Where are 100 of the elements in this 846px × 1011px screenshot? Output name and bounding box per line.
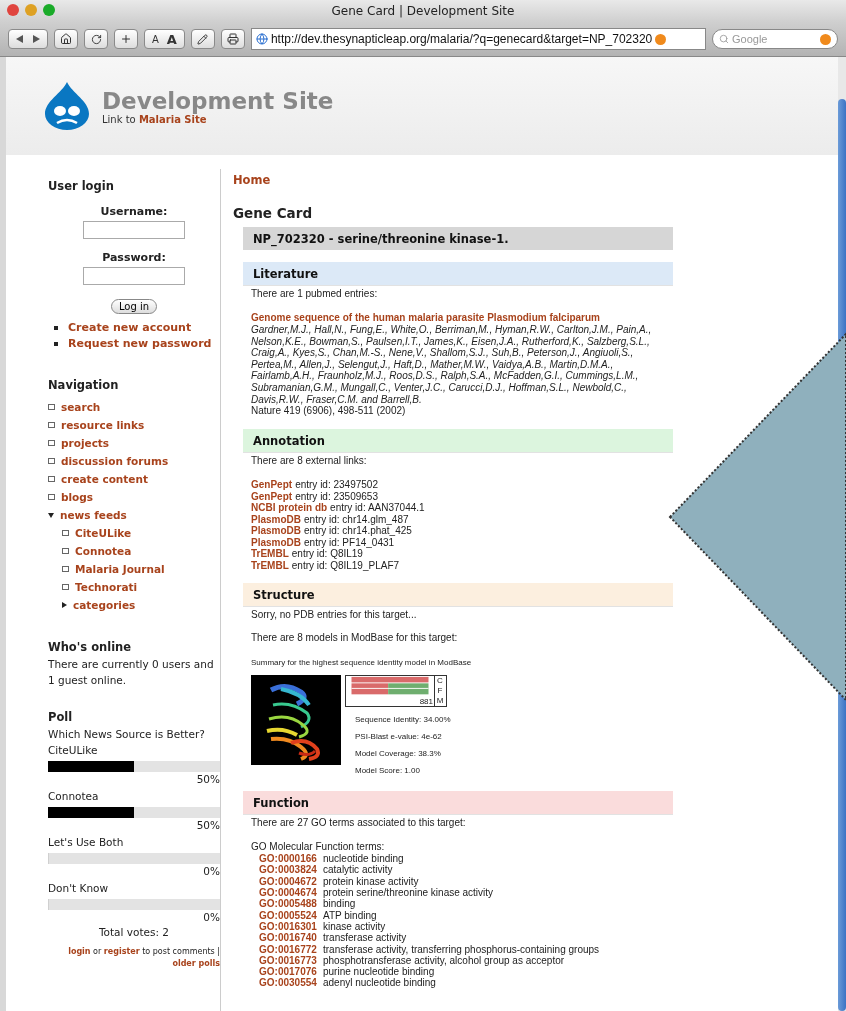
alignment-label: F: [436, 686, 444, 697]
go-term-link[interactable]: GO:0004674: [259, 887, 323, 899]
nav-link[interactable]: Technorati: [62, 578, 220, 596]
poll-choice: Connotea: [48, 789, 100, 804]
password-field[interactable]: [83, 267, 185, 285]
poll-percent: 0%: [202, 864, 220, 878]
account-link[interactable]: Create new account: [54, 321, 220, 334]
nav-link[interactable]: Connotea: [62, 542, 220, 560]
section-header: Annotation: [243, 429, 673, 454]
home-icon: [60, 33, 72, 45]
go-term-link[interactable]: GO:0030554: [259, 977, 323, 989]
section-header: Literature: [243, 262, 673, 286]
nav-link[interactable]: discussion forums: [48, 452, 220, 470]
back-forward-button[interactable]: [8, 29, 48, 49]
nav-link[interactable]: news feeds: [48, 506, 220, 524]
go-term-link[interactable]: GO:0017076: [259, 966, 323, 978]
drop-logo-icon: [44, 81, 90, 131]
database-link[interactable]: TrEMBL: [251, 548, 289, 560]
edit-button[interactable]: [190, 29, 215, 49]
globe-icon: [255, 33, 268, 45]
article-link[interactable]: Genome sequence of the human malaria parasite Plasmodium falciparum: [251, 312, 673, 324]
intro-text: There are 1 pubmed entries:: [251, 288, 379, 300]
go-term-link[interactable]: GO:0016772: [259, 943, 323, 955]
bullet-icon: [48, 440, 55, 446]
bullet-icon: [48, 458, 55, 464]
home-button[interactable]: [54, 29, 78, 49]
bullet-icon: [48, 422, 55, 428]
poll-link[interactable]: login: [68, 947, 91, 956]
go-term-name: protein serine/threonine kinase activity: [323, 887, 494, 899]
go-term-name: transferase activity, transferring phosphorus-containing groups: [323, 943, 600, 955]
section-header: Function: [243, 791, 673, 816]
summary-text: Summary for the highest sequence identity model in ModBase: [251, 658, 473, 668]
database-link[interactable]: TrEMBL: [251, 559, 289, 571]
modbase-text: There are 8 models in ModBase for this target:: [251, 632, 459, 645]
go-term-link[interactable]: GO:0005524: [259, 909, 323, 921]
text-size-button[interactable]: A A: [144, 29, 185, 49]
poll-percent: 50%: [195, 818, 220, 832]
database-link[interactable]: PlasmoDB: [251, 525, 301, 537]
entry-id-text: entry id: PF14_0431: [304, 536, 395, 548]
search-icon: [719, 34, 729, 44]
bullet-icon: [48, 494, 55, 500]
poll-link[interactable]: register: [103, 947, 140, 956]
bullet-icon: [48, 404, 55, 410]
nav-link[interactable]: categories: [62, 596, 220, 614]
database-link[interactable]: NCBI protein db: [251, 502, 328, 514]
entry-id-text: entry id: 23497502: [295, 479, 378, 491]
nav-link[interactable]: resource links: [48, 416, 220, 434]
intro-text: There are 8 external links:: [251, 455, 368, 468]
database-link[interactable]: PlasmoDB: [251, 513, 301, 525]
nav-link[interactable]: blogs: [48, 488, 220, 506]
go-term-link[interactable]: GO:0003824: [259, 864, 323, 876]
go-term-link[interactable]: GO:0016301: [259, 920, 323, 933]
go-term-link[interactable]: GO:0000166: [259, 853, 323, 865]
print-button[interactable]: [220, 29, 245, 49]
block-title: Navigation: [48, 378, 120, 392]
go-term-link[interactable]: GO:0016740: [259, 932, 323, 944]
model-stat: Model Score: 1.00: [355, 765, 421, 778]
footer-text: or: [93, 947, 102, 956]
citation-text: Nature 419 (6906), 498-511 (2002): [251, 405, 407, 418]
pencil-icon: [197, 33, 209, 45]
add-bookmark-button[interactable]: [114, 29, 138, 49]
account-link[interactable]: Request new password: [54, 337, 220, 350]
nav-link[interactable]: projects: [48, 434, 220, 452]
alignment-length: 881: [419, 697, 433, 707]
nav-link[interactable]: search: [48, 398, 220, 416]
window-title: Gene Card | Development Site: [331, 4, 515, 18]
database-link[interactable]: PlasmoDB: [251, 536, 301, 548]
field-label: Password:: [101, 251, 167, 264]
nav-link[interactable]: create content: [48, 470, 220, 488]
database-link[interactable]: GenPept: [251, 479, 293, 491]
total-votes: Total votes: 2: [97, 926, 171, 938]
breadcrumb-link[interactable]: Home: [233, 173, 673, 187]
intro-text: Sorry, no PDB entries for this target...: [251, 609, 418, 622]
model-stat: Sequence Identity: 34.00%: [355, 714, 451, 727]
close-window-button[interactable]: [7, 4, 19, 16]
poll-link[interactable]: older polls: [172, 959, 220, 968]
nav-link[interactable]: CiteULike: [62, 524, 220, 542]
nav-link[interactable]: Malaria Journal: [62, 560, 220, 578]
reload-icon: [90, 33, 102, 45]
go-term-link[interactable]: GO:0005488: [259, 898, 323, 910]
gene-header: NP_702320 - serine/threonine kinase-1.: [243, 227, 673, 250]
go-term-link[interactable]: GO:0016773: [259, 954, 323, 967]
go-term-link[interactable]: GO:0004672: [259, 875, 323, 888]
address-field[interactable]: http://dev.thesynapticleap.org/malaria/?q=genecard&target=NP_702320: [250, 28, 706, 50]
entry-id-text: entry id: AAN37044.1: [330, 502, 425, 514]
model-stat: Model Coverage: 38.3%: [355, 748, 442, 761]
login-button[interactable]: Log in: [110, 299, 158, 314]
back-forward-icon: [15, 34, 41, 44]
bullet-icon: [48, 476, 55, 482]
go-term-name: phosphotransferase activity, alcohol group as acceptor: [323, 954, 565, 967]
go-term-name: ATP binding: [323, 909, 377, 921]
block-title: Poll: [48, 710, 74, 724]
site-title: Development Site: [102, 87, 334, 114]
username-field[interactable]: [83, 221, 185, 239]
online-text: There are currently 0 users and 1 guest online.: [48, 657, 215, 688]
reload-button[interactable]: [84, 29, 108, 49]
author-list: Gardner,M.J., Hall,N., Fung,E., White,O., Berriman,M., Hyman,R.W., Carlton,J.M., Pain,A., Nelson,K.E., Bowman,S., Paulsen,I.T., James,K., Eisen,J.A., Rutherford,K., Salzberg,S.L., Craig,A., Kyes,S., Chan,M.-S., Nene,V., Shallom,S.J., Suh,B., Peterson,J., Angiuoli,S., Pertea,M., Allen,J., Selengut,J., Haft,D., Mather,M.W., Vaidya,A.B., Martin,D.M.A., Fairlamb,A.H., Fraunholz,M.J., Roos,D.S., Ralph,S.A., McFadden,G.I., Cummings,L.M., Subramanian,G.M., Mungall,C., Venter,J.C., Carucci,D.J., Hoffman,S.L., Newbold,C., Davis,R.W., Fraser,C.M. and Barrell,B.: [251, 324, 673, 406]
malaria-site-link[interactable]: Malaria Site: [138, 113, 207, 125]
database-link[interactable]: GenPept: [251, 490, 293, 502]
entry-id-text: entry id: Q8IL19_PLAF7: [291, 559, 400, 571]
